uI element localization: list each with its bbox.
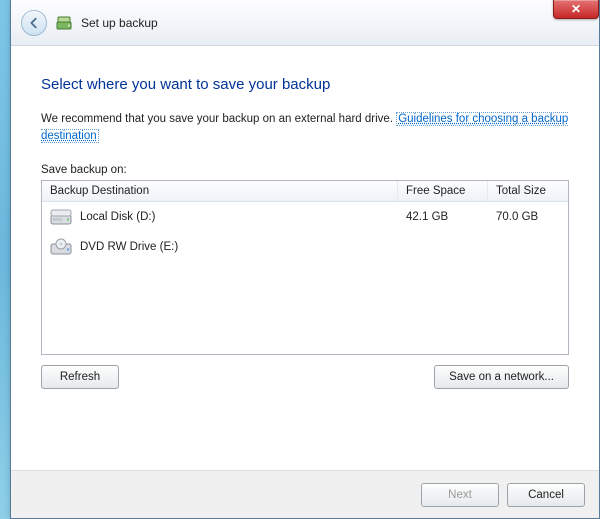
back-button[interactable] [21,10,47,36]
row-name: Local Disk (D:) [80,211,155,223]
list-header-row: Backup Destination Free Space Total Size [42,181,568,202]
window-title: Set up backup [81,16,158,30]
dvd-drive-icon [50,238,72,256]
arrow-left-icon [27,16,41,30]
hdd-icon [50,208,72,226]
row-total [488,241,568,253]
header-bar: Set up backup [11,0,599,46]
close-icon: ✕ [571,2,581,16]
table-row[interactable]: Local Disk (D:) 42.1 GB 70.0 GB [42,202,568,232]
col-header-free-space[interactable]: Free Space [398,181,488,201]
table-row[interactable]: DVD RW Drive (E:) [42,232,568,262]
refresh-button[interactable]: Refresh [41,365,119,389]
recommendation-text: We recommend that you save your backup o… [41,111,569,146]
next-button[interactable]: Next [421,483,499,507]
col-header-destination[interactable]: Backup Destination [42,181,398,201]
content-area: Select where you want to save your backu… [11,46,599,470]
backup-icon [55,14,73,32]
row-name: DVD RW Drive (E:) [80,241,178,253]
recommend-prefix: We recommend that you save your backup o… [41,113,396,125]
close-button[interactable]: ✕ [553,0,599,19]
row-free: 42.1 GB [398,205,488,229]
destination-list[interactable]: Backup Destination Free Space Total Size… [41,180,569,355]
list-buttons-row: Refresh Save on a network... [41,365,569,389]
row-total: 70.0 GB [488,205,568,229]
wizard-window: ✕ Set up backup Select where you want to… [10,0,600,519]
footer-bar: Next Cancel [11,470,599,518]
list-label: Save backup on: [41,164,569,176]
col-header-total-size[interactable]: Total Size [488,181,568,201]
row-free [398,241,488,253]
page-heading: Select where you want to save your backu… [41,76,569,93]
cancel-button[interactable]: Cancel [507,483,585,507]
save-on-network-button[interactable]: Save on a network... [434,365,569,389]
